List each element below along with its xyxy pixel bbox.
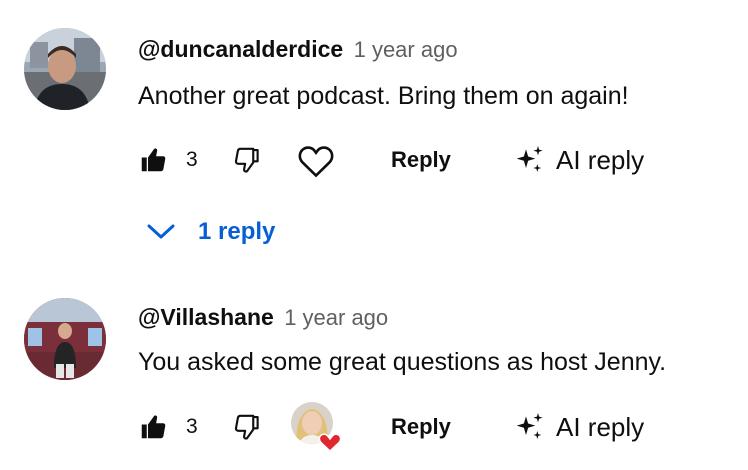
comment-author[interactable]: @duncanalderdice	[138, 36, 343, 62]
comment-time[interactable]: 1 year ago	[354, 37, 458, 62]
comment-author[interactable]: @Villashane	[138, 304, 274, 330]
thumbs-down-icon	[234, 147, 259, 173]
comment-actions: 3 Reply AI reply	[0, 402, 748, 453]
thumbs-down-icon	[234, 414, 259, 440]
comment-thread: @duncanalderdice 1 year ago Another grea…	[0, 0, 748, 270]
comment-time[interactable]: 1 year ago	[284, 305, 388, 330]
ai-reply-label: AI reply	[556, 144, 645, 175]
like-button[interactable]	[138, 140, 170, 180]
comment-header: @Villashane 1 year ago	[138, 304, 388, 331]
replies-count: 1 reply	[198, 218, 276, 245]
avatar[interactable]	[24, 298, 106, 380]
creator-heart-badge[interactable]	[290, 401, 342, 453]
comment-actions: 3 Reply AI reply	[0, 140, 748, 180]
reply-button[interactable]: Reply	[391, 407, 451, 447]
like-count: 3	[186, 415, 198, 438]
chevron-down-icon	[147, 224, 175, 239]
comment-text: Another great podcast. Bring them on aga…	[138, 82, 629, 110]
ai-reply-button[interactable]: AI reply	[514, 140, 644, 180]
ai-reply-button[interactable]: AI reply	[514, 407, 644, 447]
dislike-button[interactable]	[232, 140, 266, 180]
creator-heart-icon	[291, 402, 342, 453]
thumbs-up-icon	[141, 415, 166, 439]
sparkle-icon	[516, 413, 543, 439]
sparkle-icon	[516, 146, 543, 172]
thumbs-up-icon	[141, 148, 166, 172]
like-count: 3	[186, 148, 198, 171]
like-button[interactable]	[138, 407, 170, 447]
reply-button[interactable]: Reply	[391, 140, 451, 180]
ai-reply-label: AI reply	[556, 411, 645, 442]
comment-text: You asked some great questions as host J…	[138, 348, 667, 376]
comment-thread: @Villashane 1 year ago You asked some gr…	[0, 272, 748, 470]
avatar[interactable]	[24, 28, 106, 110]
replies-toggle-button[interactable]: 1 reply	[146, 212, 275, 252]
heart-button[interactable]	[296, 140, 336, 180]
dislike-button[interactable]	[232, 407, 266, 447]
comment-header: @duncanalderdice 1 year ago	[138, 36, 458, 63]
heart-outline-icon	[298, 146, 334, 178]
